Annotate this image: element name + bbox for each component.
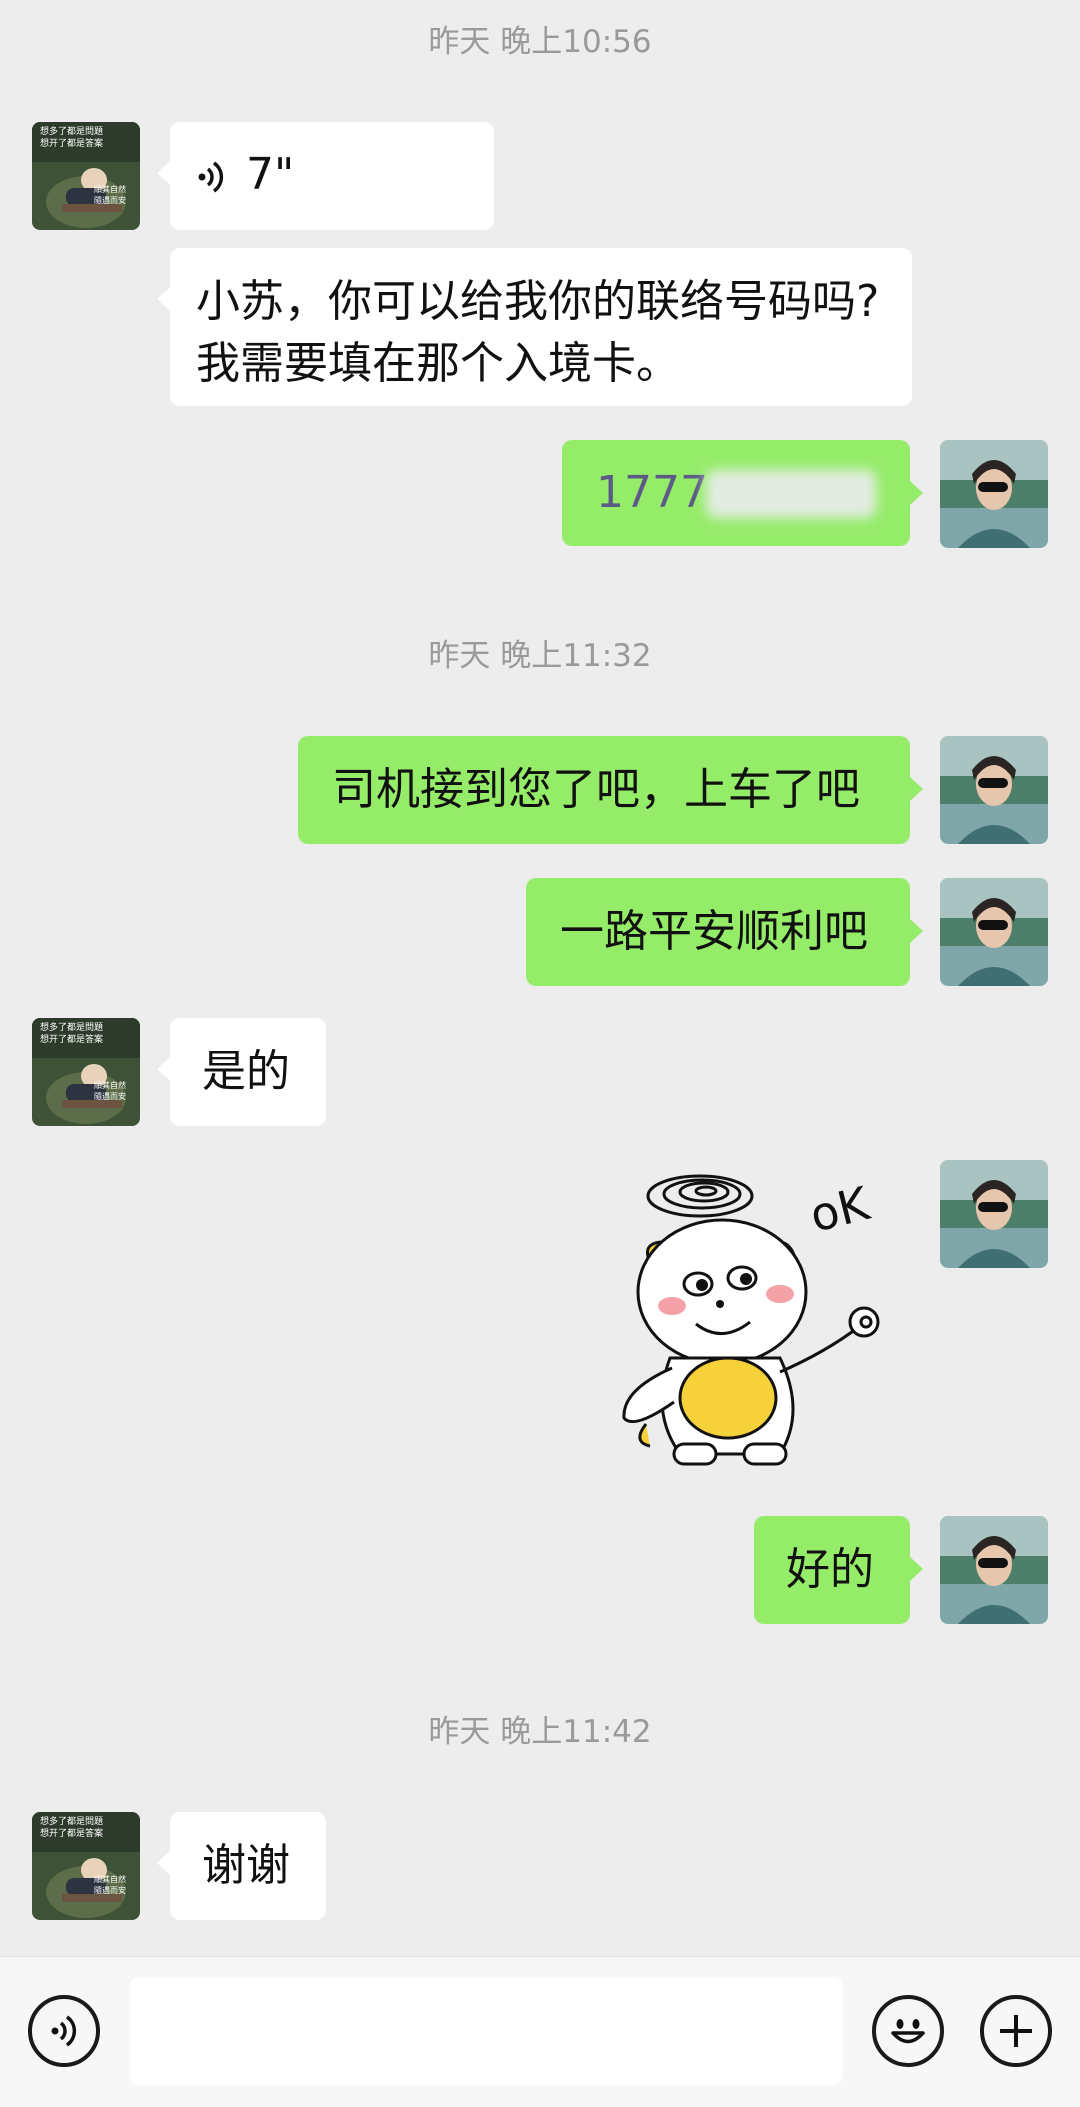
avatar-caption: 順其自然	[94, 1875, 126, 1884]
message-bubble[interactable]: 是的	[157, 1018, 326, 1126]
message-bubble[interactable]: 好的	[754, 1516, 923, 1624]
contact-avatar[interactable]: 想多了都是問題 想开了都是答案 順其自然 隨遇而安	[32, 1812, 140, 1920]
user-avatar[interactable]	[940, 878, 1048, 986]
avatar-caption: 隨遇而安	[94, 1886, 126, 1895]
timestamp: 昨天 晚上11:32	[428, 638, 652, 674]
message-bubble[interactable]: 谢谢	[157, 1812, 326, 1920]
message-bubble[interactable]: 司机接到您了吧，上车了吧	[298, 736, 923, 844]
emoji-icon	[891, 2019, 925, 2044]
avatar-caption: 想多了都是問題	[40, 1817, 104, 1827]
message-bubble[interactable]: 一路平安顺利吧	[526, 878, 923, 986]
message-text: 1777	[596, 467, 708, 518]
contact-avatar[interactable]: 想多了都是問題 想开了都是答案 順其自然 隨遇而安	[32, 122, 140, 230]
contact-avatar[interactable]: 想多了都是問題 想开了都是答案 順其自然 隨遇而安	[32, 1018, 140, 1126]
user-avatar[interactable]	[940, 736, 1048, 844]
avatar-caption: 想开了都是答案	[40, 139, 104, 149]
message-text: 小苏，你可以给我你的联络号码吗?	[196, 276, 880, 327]
avatar-caption: 想开了都是答案	[40, 1829, 104, 1839]
voice-icon	[51, 2015, 77, 2047]
voice-button[interactable]	[28, 1995, 100, 2067]
phone-message-bubble[interactable]: 1777	[562, 440, 923, 546]
message-text: 好的	[786, 1544, 874, 1595]
timestamp: 昨天 晚上11:42	[428, 1714, 652, 1750]
avatar-caption: 順其自然	[94, 185, 126, 194]
avatar-caption: 隨遇而安	[94, 1092, 126, 1101]
plus-icon	[1000, 2015, 1032, 2047]
message-bubble[interactable]: 小苏，你可以给我你的联络号码吗? 我需要填在那个入境卡。	[157, 248, 912, 406]
voice-duration: 7"	[246, 149, 295, 200]
timestamp: 昨天 晚上10:56	[428, 24, 652, 60]
user-avatar[interactable]	[940, 1160, 1048, 1268]
message-text: 我需要填在那个入境卡。	[196, 338, 680, 389]
emoji-button[interactable]	[872, 1995, 944, 2067]
voice-message-bubble[interactable]: 7"	[157, 122, 494, 230]
message-text: 是的	[202, 1046, 290, 1097]
voice-wave-icon	[198, 161, 224, 193]
message-text: 司机接到您了吧，上车了吧	[332, 764, 860, 815]
input-bar	[0, 1956, 1080, 2107]
message-input[interactable]	[130, 1977, 842, 2085]
plus-button[interactable]	[980, 1995, 1052, 2067]
avatar-caption: 想开了都是答案	[40, 1035, 104, 1045]
message-text: 谢谢	[202, 1840, 290, 1891]
user-avatar[interactable]	[940, 1516, 1048, 1624]
avatar-caption: 順其自然	[94, 1081, 126, 1090]
message-text: 一路平安顺利吧	[560, 906, 868, 957]
avatar-caption: 想多了都是問題	[40, 1023, 104, 1033]
avatar-caption: 隨遇而安	[94, 196, 126, 205]
sticker-text: oK	[805, 1176, 876, 1243]
avatar-caption: 想多了都是問題	[40, 127, 104, 137]
user-avatar[interactable]	[940, 440, 1048, 548]
ok-sticker[interactable]: oK	[610, 1162, 900, 1472]
redacted-blur	[706, 470, 876, 518]
